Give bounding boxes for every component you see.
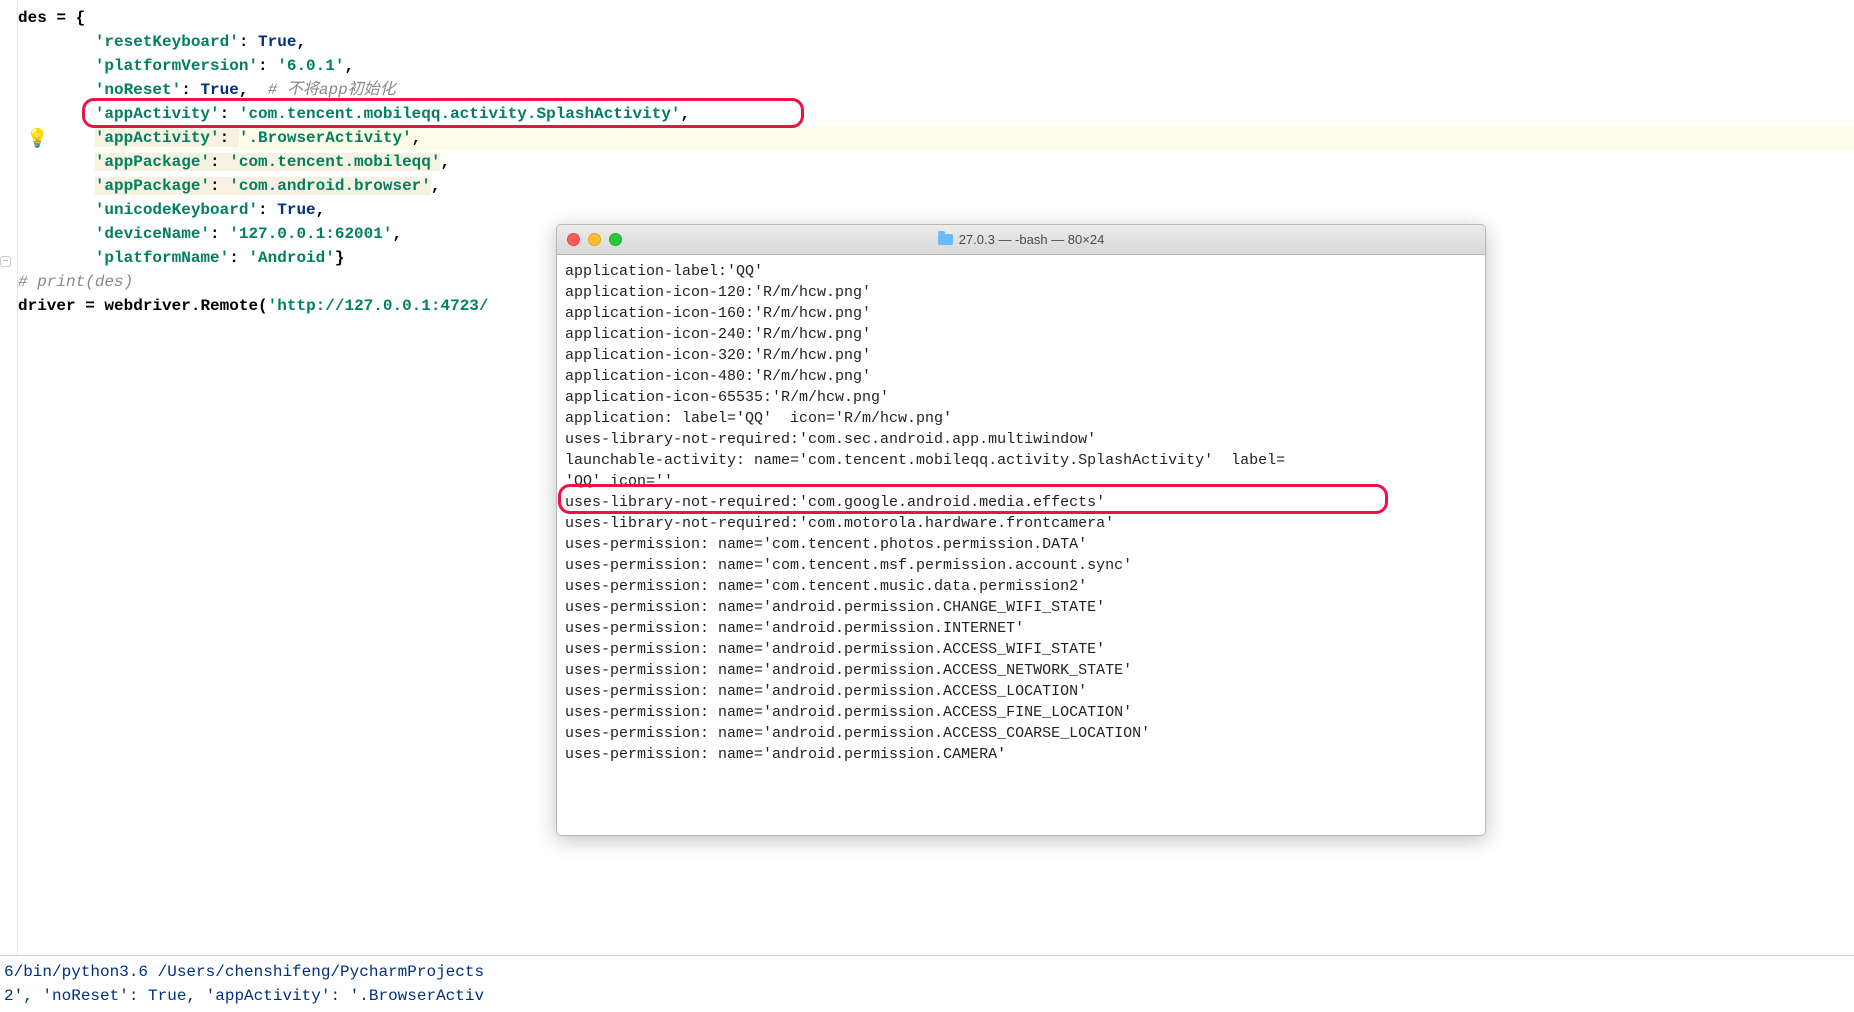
console-text: 2', 'noReset': True, 'appActivity': '.Br…	[4, 987, 484, 1005]
console-line: 6/bin/python3.6 /Users/chenshifeng/Pycha…	[4, 960, 1854, 984]
highlighted-range: 'appPackage': 'com.tencent.mobileqq'	[95, 153, 441, 171]
dict-key: 'appPackage'	[95, 177, 210, 195]
dict-val: True	[258, 33, 296, 51]
terminal-window[interactable]: 27.0.3 — -bash — 80×24 application-label…	[556, 224, 1486, 836]
dict-key: 'unicodeKeyboard'	[95, 201, 258, 219]
annotation-box-launchable	[558, 484, 1388, 514]
terminal-title-text: 27.0.3 — -bash — 80×24	[959, 232, 1105, 247]
variable: des	[18, 9, 47, 27]
dict-val: 'com.android.browser'	[229, 177, 431, 195]
code-line: 'unicodeKeyboard': True,	[18, 198, 1854, 222]
code-line: 'appActivity': '.BrowserActivity',	[18, 126, 1854, 150]
comment: # 不将app初始化	[268, 81, 396, 99]
dict-val: '.BrowserActivity'	[239, 129, 412, 147]
dict-key: 'platformName'	[95, 249, 229, 267]
highlighted-range: 'appPackage': 'com.android.browser'	[95, 177, 431, 195]
folder-icon	[938, 234, 953, 245]
run-console[interactable]: 6/bin/python3.6 /Users/chenshifeng/Pycha…	[0, 955, 1854, 1012]
fold-toggle-icon[interactable]: –	[0, 256, 11, 267]
dict-val: 'com.tencent.mobileqq'	[229, 153, 440, 171]
annotation-box-appactivity	[82, 98, 804, 128]
dict-val: True	[277, 201, 315, 219]
code-line: 'appPackage': 'com.tencent.mobileqq',	[18, 150, 1854, 174]
code-line: 'resetKeyboard': True,	[18, 30, 1854, 54]
lightbulb-icon[interactable]: 💡	[26, 128, 48, 150]
string-literal: 'http://127.0.0.1:4723/	[268, 297, 489, 315]
dict-key: 'resetKeyboard'	[95, 33, 239, 51]
func-call: webdriver.Remote(	[104, 297, 267, 315]
dict-val: '127.0.0.1:62001'	[229, 225, 392, 243]
terminal-title: 27.0.3 — -bash — 80×24	[557, 232, 1485, 247]
code-line: 'platformVersion': '6.0.1',	[18, 54, 1854, 78]
dict-val: True	[200, 81, 238, 99]
variable: driver	[18, 297, 76, 315]
code-line: des = {	[18, 6, 1854, 30]
code-line: 'appPackage': 'com.android.browser',	[18, 174, 1854, 198]
dict-key: 'deviceName'	[95, 225, 210, 243]
terminal-titlebar[interactable]: 27.0.3 — -bash — 80×24	[557, 225, 1485, 255]
dict-val: '6.0.1'	[277, 57, 344, 75]
console-text: 6/bin/python3.6 /Users/chenshifeng/Pycha…	[4, 963, 484, 981]
dict-val: 'Android'	[248, 249, 334, 267]
terminal-output[interactable]: application-label:'QQ' application-icon-…	[557, 255, 1485, 835]
dict-key: 'appPackage'	[95, 153, 210, 171]
dict-key: 'appActivity'	[95, 129, 220, 147]
console-line: 2', 'noReset': True, 'appActivity': '.Br…	[4, 984, 1854, 1008]
dict-key: 'noReset'	[95, 81, 181, 99]
highlighted-range: 'appActivity': '.BrowserActivity',	[95, 126, 1854, 150]
dict-key: 'platformVersion'	[95, 57, 258, 75]
